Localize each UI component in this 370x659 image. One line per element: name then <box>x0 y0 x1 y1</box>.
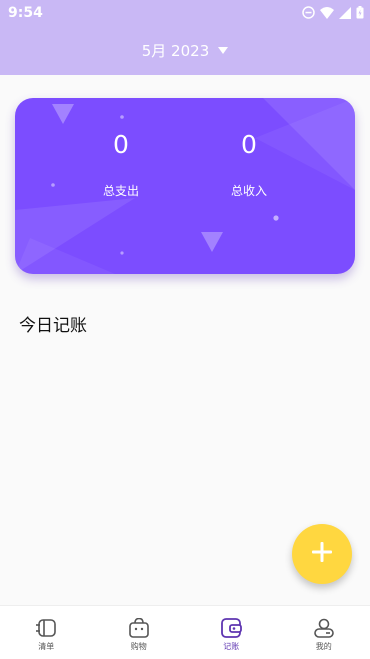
list-icon <box>35 618 57 638</box>
add-record-button[interactable] <box>292 524 352 584</box>
app-screen: 9:54 5月 2023 0 总支出 0 总收入 今日记账 清单 购物 记账 我… <box>0 0 370 659</box>
battery-icon <box>356 4 364 23</box>
summary-card: 0 总支出 0 总收入 <box>15 98 355 274</box>
nav-label-profile: 我的 <box>315 642 332 651</box>
nav-label-shopping: 购物 <box>130 642 147 651</box>
income-stat: 0 总收入 <box>189 130 309 199</box>
income-value: 0 <box>241 130 257 159</box>
wallet-icon <box>220 618 243 638</box>
nav-item-shopping[interactable]: 购物 <box>93 606 186 659</box>
today-section-title: 今日记账 <box>19 316 87 336</box>
nav-label-list: 清单 <box>38 642 55 651</box>
nav-label-accounting: 记账 <box>223 642 240 651</box>
month-picker[interactable]: 5月 2023 <box>142 40 229 61</box>
nav-item-accounting[interactable]: 记账 <box>185 606 278 659</box>
plus-icon <box>311 541 333 567</box>
do-not-disturb-icon <box>302 4 315 23</box>
profile-icon <box>313 618 335 638</box>
status-icons <box>302 4 364 23</box>
signal-icon <box>339 4 351 23</box>
caret-down-icon <box>218 47 229 54</box>
nav-item-profile[interactable]: 我的 <box>278 606 370 659</box>
nav-item-list[interactable]: 清单 <box>0 606 93 659</box>
status-bar: 9:54 <box>0 0 370 26</box>
status-time: 9:54 <box>8 5 43 21</box>
expense-value: 0 <box>113 130 129 159</box>
bottom-nav: 清单 购物 记账 我的 <box>0 605 370 659</box>
income-label: 总收入 <box>230 184 267 198</box>
wifi-icon <box>320 4 334 23</box>
expense-stat: 0 总支出 <box>61 130 181 199</box>
expense-label: 总支出 <box>102 184 139 198</box>
month-label: 5月 2023 <box>141 42 210 60</box>
header: 5月 2023 <box>0 26 370 75</box>
shopping-bag-icon <box>128 618 150 638</box>
